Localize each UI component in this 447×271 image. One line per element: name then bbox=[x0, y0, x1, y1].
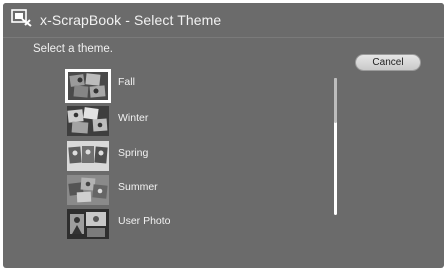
theme-label-spring: Spring bbox=[118, 147, 149, 159]
theme-label-user-photo: User Photo bbox=[118, 215, 171, 227]
theme-label-summer: Summer bbox=[118, 181, 158, 193]
scrollbar-upper-segment bbox=[334, 78, 337, 123]
title-bar: x-ScrapBook - Select Theme bbox=[3, 3, 444, 37]
theme-label-fall: Fall bbox=[118, 76, 135, 88]
theme-item-user-photo[interactable]: User Photo bbox=[65, 208, 315, 242]
theme-list: Fall Winter Spring Summer User Photo bbox=[3, 69, 333, 249]
prompt-text: Select a theme. bbox=[33, 43, 113, 55]
theme-item-spring[interactable]: Spring bbox=[65, 140, 315, 174]
theme-item-summer[interactable]: Summer bbox=[65, 174, 315, 208]
summer-thumbnail bbox=[67, 175, 109, 205]
window-title: x-ScrapBook - Select Theme bbox=[40, 12, 222, 28]
winter-thumbnail bbox=[67, 106, 109, 136]
fall-thumbnail bbox=[65, 69, 111, 103]
theme-dialog: x-ScrapBook - Select Theme Select a them… bbox=[3, 3, 444, 268]
theme-item-winter[interactable]: Winter bbox=[65, 105, 315, 139]
title-divider bbox=[3, 37, 444, 38]
scrapbook-app-icon bbox=[11, 9, 33, 29]
user-photo-thumbnail bbox=[67, 209, 109, 239]
spring-thumbnail bbox=[67, 141, 109, 171]
theme-item-fall[interactable]: Fall bbox=[65, 69, 315, 103]
cancel-button[interactable]: Cancel bbox=[355, 54, 421, 71]
theme-label-winter: Winter bbox=[118, 112, 149, 124]
